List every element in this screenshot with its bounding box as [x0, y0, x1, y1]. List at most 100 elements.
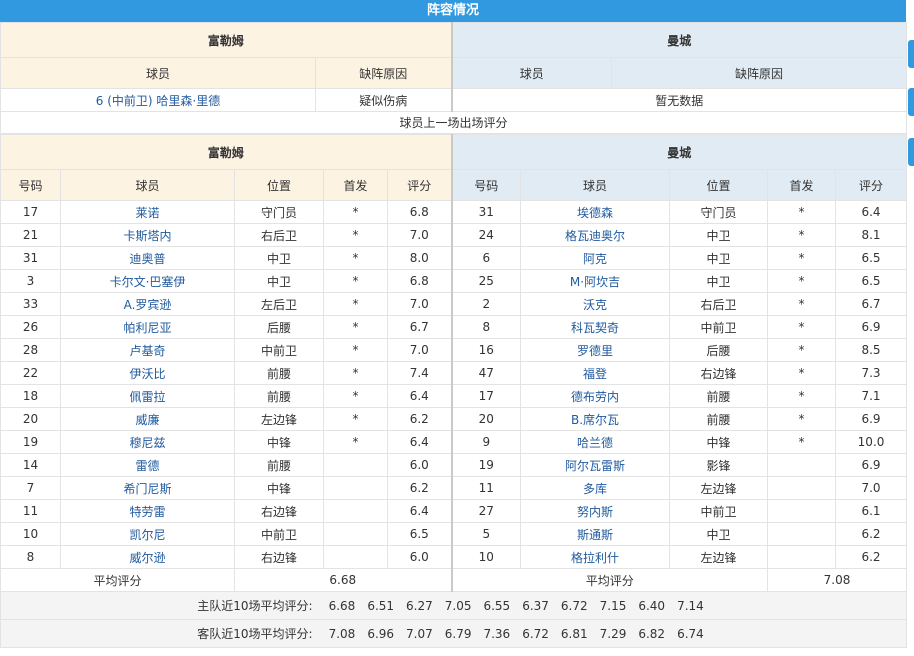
away-player-name-link[interactable]: M·阿坎吉	[520, 269, 671, 293]
home-player-num: 22	[0, 361, 61, 385]
home-player-name-link[interactable]: 卢基奇	[60, 338, 235, 362]
absence-col-player: 球员	[0, 57, 316, 89]
away-player-pos: 右后卫	[669, 292, 769, 316]
away-absence-empty: 暂无数据	[451, 88, 908, 112]
away-player-rating: 6.2	[835, 522, 908, 546]
table-row: 33 A.罗宾逊 左后卫 * 7.0 2 沃克 右后卫 * 6.7	[0, 292, 908, 316]
home-player-num: 14	[0, 453, 61, 477]
away-player-name-link[interactable]: 斯通斯	[520, 522, 671, 546]
away-player-name-link[interactable]: 多库	[520, 476, 671, 500]
home-player-name-link[interactable]: 希门尼斯	[60, 476, 235, 500]
home-player-name-link[interactable]: 威廉	[60, 407, 235, 431]
away-player-rating: 6.5	[835, 246, 908, 270]
table-row: 18 佩雷拉 前腰 * 6.4 17 德布劳内 前腰 * 7.1	[0, 384, 908, 408]
recent-rating-value: 6.72	[522, 627, 549, 641]
away-player-start: *	[767, 384, 837, 408]
table-row: 11 特劳雷 右边锋 6.4 27 努内斯 中前卫 6.1	[0, 499, 908, 523]
recent-rating-value: 6.40	[638, 599, 666, 613]
table-row: 17 莱诺 守门员 * 6.8 31 埃德森 守门员 * 6.4	[0, 200, 908, 224]
away-player-pos: 中锋	[669, 430, 769, 454]
home-player-rating: 7.4	[386, 361, 453, 385]
away-player-rating: 6.9	[835, 453, 908, 477]
col-pos: 位置	[234, 169, 324, 201]
away-player-num: 2	[451, 292, 522, 316]
home-player-num: 21	[0, 223, 61, 247]
away-player-name-link[interactable]: 福登	[520, 361, 671, 385]
away-player-num: 6	[451, 246, 522, 270]
away-player-start	[767, 522, 837, 546]
away-player-num: 16	[451, 338, 522, 362]
away-avg-label: 平均评分	[451, 568, 769, 592]
away-player-pos: 中前卫	[669, 315, 769, 339]
away-player-name-link[interactable]: 阿克	[520, 246, 671, 270]
home-player-rating: 6.8	[386, 269, 453, 293]
away-player-num: 19	[451, 453, 522, 477]
home-player-name-link[interactable]: 雷德	[60, 453, 235, 477]
away-player-pos: 中前卫	[669, 499, 769, 523]
away-player-start	[767, 545, 837, 569]
away-player-name-link[interactable]: 格拉利什	[520, 545, 671, 569]
away-player-num: 10	[451, 545, 522, 569]
home-player-name-link[interactable]: 莱诺	[60, 200, 235, 224]
col-player-away: 球员	[520, 169, 671, 201]
side-tab[interactable]	[908, 138, 914, 166]
table-row: 31 迪奥普 中卫 * 8.0 6 阿克 中卫 * 6.5	[0, 246, 908, 270]
home-avg-label: 平均评分	[0, 568, 235, 592]
home-player-name-link[interactable]: A.罗宾逊	[60, 292, 235, 316]
home-player-num: 20	[0, 407, 61, 431]
away-player-rating: 6.9	[835, 407, 908, 431]
home-player-name-link[interactable]: 凯尔尼	[60, 522, 235, 546]
home-player-rating: 7.0	[386, 223, 453, 247]
absence-col-player-away: 球员	[451, 57, 613, 89]
away-player-start	[767, 453, 837, 477]
away-player-name-link[interactable]: 埃德森	[520, 200, 671, 224]
side-tab[interactable]	[908, 88, 914, 116]
table-row: 19 穆尼兹 中锋 * 6.4 9 哈兰德 中锋 * 10.0	[0, 430, 908, 454]
home-player-start: *	[323, 223, 388, 247]
away-player-start: *	[767, 246, 837, 270]
away-recent-ratings: 客队近10场平均评分: 7.08 6.96 7.07 6.79 7.36 6.72 6.81 7…	[0, 619, 908, 648]
away-player-name-link[interactable]: 德布劳内	[520, 384, 671, 408]
away-player-rating: 6.2	[835, 545, 908, 569]
home-player-rating: 6.0	[386, 545, 453, 569]
home-player-name-link[interactable]: 迪奥普	[60, 246, 235, 270]
away-player-name-link[interactable]: 科瓦契奇	[520, 315, 671, 339]
away-player-name-link[interactable]: 罗德里	[520, 338, 671, 362]
home-player-num: 8	[0, 545, 61, 569]
home-player-num: 19	[0, 430, 61, 454]
away-player-name-link[interactable]: B.席尔瓦	[520, 407, 671, 431]
home-avg-value: 6.68	[233, 568, 453, 592]
home-player-name-link[interactable]: 穆尼兹	[60, 430, 235, 454]
away-player-name-link[interactable]: 格瓦迪奥尔	[520, 223, 671, 247]
absence-table: 富勒姆 曼城 球员 缺阵原因 球员 缺阵原因 6 (中前卫) 哈里森·里德 疑似…	[0, 22, 908, 134]
away-player-name-link[interactable]: 沃克	[520, 292, 671, 316]
home-player-name-link[interactable]: 帕利尼亚	[60, 315, 235, 339]
absent-player-link[interactable]: 6 (中前卫) 哈里森·里德	[0, 88, 316, 112]
side-tab[interactable]	[908, 40, 914, 68]
home-player-pos: 右边锋	[234, 499, 324, 523]
away-player-name-link[interactable]: 努内斯	[520, 499, 671, 523]
table-row: 7 希门尼斯 中锋 6.2 11 多库 左边锋 7.0	[0, 476, 908, 500]
recent-rating-value: 7.05	[444, 599, 472, 613]
home-player-start: *	[323, 338, 388, 362]
home-player-name-link[interactable]: 卡尔文·巴塞伊	[60, 269, 235, 293]
recent-rating-value: 7.08	[328, 627, 356, 641]
col-start-away: 首发	[767, 169, 837, 201]
away-team-name-ratings: 曼城	[451, 134, 908, 170]
away-player-num: 47	[451, 361, 522, 385]
away-player-pos: 前腰	[669, 407, 769, 431]
home-player-name-link[interactable]: 伊沃比	[60, 361, 235, 385]
absence-reason: 疑似伤病	[314, 88, 453, 112]
recent-rating-value: 6.72	[560, 599, 588, 613]
away-player-name-link[interactable]: 阿尔瓦雷斯	[520, 453, 671, 477]
recent-rating-value: 6.81	[560, 627, 588, 641]
away-player-pos: 左边锋	[669, 545, 769, 569]
recent-rating-value: 7.29	[599, 627, 627, 641]
home-player-name-link[interactable]: 佩雷拉	[60, 384, 235, 408]
home-player-name-link[interactable]: 卡斯塔内	[60, 223, 235, 247]
home-player-name-link[interactable]: 威尔逊	[60, 545, 235, 569]
away-player-name-link[interactable]: 哈兰德	[520, 430, 671, 454]
home-player-name-link[interactable]: 特劳雷	[60, 499, 235, 523]
away-player-pos: 前腰	[669, 384, 769, 408]
home-player-start	[323, 499, 388, 523]
